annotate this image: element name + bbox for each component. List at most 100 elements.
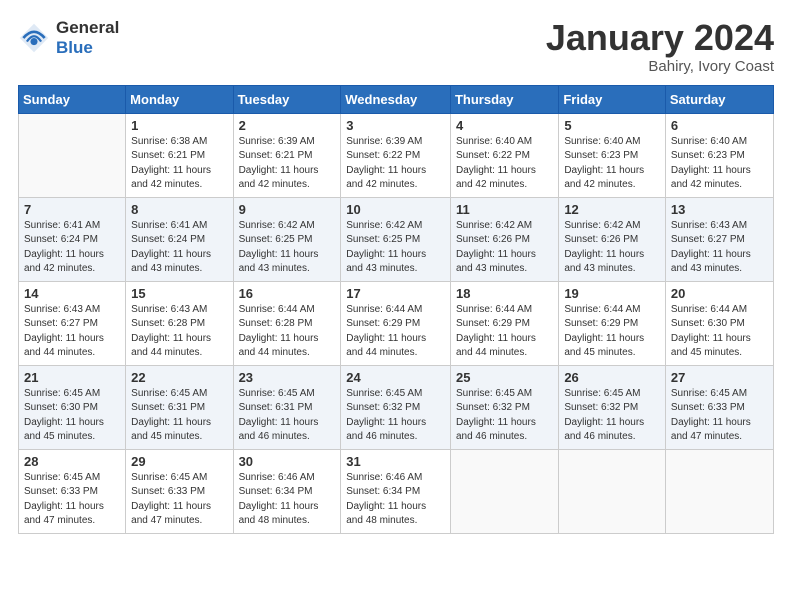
header: General Blue January 2024 Bahiry, Ivory … bbox=[18, 18, 774, 75]
day-number: 17 bbox=[346, 286, 445, 301]
title-month: January 2024 bbox=[546, 18, 774, 58]
cell-info: Sunrise: 6:42 AMSunset: 6:26 PMDaylight:… bbox=[564, 219, 660, 277]
logo-text: General Blue bbox=[56, 18, 119, 57]
cell-info: Sunrise: 6:45 AMSunset: 6:32 PMDaylight:… bbox=[346, 387, 445, 445]
calendar-cell: 5 Sunrise: 6:40 AMSunset: 6:23 PMDaylight… bbox=[559, 113, 666, 197]
calendar-cell: 29 Sunrise: 6:45 AMSunset: 6:33 PMDayligh… bbox=[126, 449, 233, 533]
cell-info: Sunrise: 6:43 AMSunset: 6:28 PMDaylight:… bbox=[131, 303, 227, 361]
calendar-cell: 2 Sunrise: 6:39 AMSunset: 6:21 PMDaylight… bbox=[233, 113, 341, 197]
col-header-saturday: Saturday bbox=[665, 85, 773, 113]
calendar-cell: 3Sunrise: 6:39 AMSunset: 6:22 PMDaylight… bbox=[341, 113, 451, 197]
col-header-monday: Monday bbox=[126, 85, 233, 113]
day-number: 9 bbox=[239, 202, 336, 217]
day-number: 4 bbox=[456, 118, 553, 133]
calendar-cell: 19 Sunrise: 6:44 AMSunset: 6:29 PMDayligh… bbox=[559, 281, 666, 365]
day-number: 14 bbox=[24, 286, 120, 301]
cell-info: Sunrise: 6:43 AMSunset: 6:27 PMDaylight:… bbox=[24, 303, 120, 361]
calendar-cell: 16 Sunrise: 6:44 AMSunset: 6:28 PMDayligh… bbox=[233, 281, 341, 365]
calendar-cell: 14 Sunrise: 6:43 AMSunset: 6:27 PMDayligh… bbox=[19, 281, 126, 365]
cell-info: Sunrise: 6:45 AMSunset: 6:30 PMDaylight:… bbox=[24, 387, 120, 445]
calendar-cell: 13 Sunrise: 6:43 AMSunset: 6:27 PMDayligh… bbox=[665, 197, 773, 281]
cell-info: Sunrise: 6:44 AMSunset: 6:30 PMDaylight:… bbox=[671, 303, 768, 361]
col-header-friday: Friday bbox=[559, 85, 666, 113]
day-number: 3 bbox=[346, 118, 445, 133]
calendar-cell: 24 Sunrise: 6:45 AMSunset: 6:32 PMDayligh… bbox=[341, 365, 451, 449]
day-number: 11 bbox=[456, 202, 553, 217]
day-number: 25 bbox=[456, 370, 553, 385]
cell-info: Sunrise: 6:46 AMSunset: 6:34 PMDaylight:… bbox=[239, 471, 336, 529]
day-number: 5 bbox=[564, 118, 660, 133]
col-header-wednesday: Wednesday bbox=[341, 85, 451, 113]
day-number: 13 bbox=[671, 202, 768, 217]
calendar-cell: 6Sunrise: 6:40 AMSunset: 6:23 PMDaylight… bbox=[665, 113, 773, 197]
day-number: 22 bbox=[131, 370, 227, 385]
day-number: 27 bbox=[671, 370, 768, 385]
day-number: 8 bbox=[131, 202, 227, 217]
cell-info: Sunrise: 6:45 AMSunset: 6:31 PMDaylight:… bbox=[131, 387, 227, 445]
day-number: 2 bbox=[239, 118, 336, 133]
day-number: 19 bbox=[564, 286, 660, 301]
calendar-cell: 30Sunrise: 6:46 AMSunset: 6:34 PMDayligh… bbox=[233, 449, 341, 533]
cell-info: Sunrise: 6:43 AMSunset: 6:27 PMDaylight:… bbox=[671, 219, 768, 277]
day-number: 6 bbox=[671, 118, 768, 133]
day-number: 29 bbox=[131, 454, 227, 469]
cell-info: Sunrise: 6:44 AMSunset: 6:28 PMDaylight:… bbox=[239, 303, 336, 361]
calendar-cell: 23 Sunrise: 6:45 AMSunset: 6:31 PMDayligh… bbox=[233, 365, 341, 449]
calendar-cell: 11Sunrise: 6:42 AMSunset: 6:26 PMDayligh… bbox=[450, 197, 558, 281]
calendar-cell: 7 Sunrise: 6:41 AMSunset: 6:24 PMDaylight… bbox=[19, 197, 126, 281]
day-number: 21 bbox=[24, 370, 120, 385]
day-number: 1 bbox=[131, 118, 227, 133]
cell-info: Sunrise: 6:41 AMSunset: 6:24 PMDaylight:… bbox=[131, 219, 227, 277]
cell-info: Sunrise: 6:46 AMSunset: 6:34 PMDaylight:… bbox=[346, 471, 445, 529]
cell-info: Sunrise: 6:42 AMSunset: 6:25 PMDaylight:… bbox=[239, 219, 336, 277]
calendar-cell bbox=[665, 449, 773, 533]
cell-info: Sunrise: 6:41 AMSunset: 6:24 PMDaylight:… bbox=[24, 219, 120, 277]
cell-info: Sunrise: 6:39 AMSunset: 6:21 PMDaylight:… bbox=[239, 135, 336, 193]
cell-info: Sunrise: 6:45 AMSunset: 6:33 PMDaylight:… bbox=[671, 387, 768, 445]
calendar-cell: 22 Sunrise: 6:45 AMSunset: 6:31 PMDayligh… bbox=[126, 365, 233, 449]
day-number: 24 bbox=[346, 370, 445, 385]
calendar-cell: 12Sunrise: 6:42 AMSunset: 6:26 PMDayligh… bbox=[559, 197, 666, 281]
col-header-tuesday: Tuesday bbox=[233, 85, 341, 113]
calendar-cell: 21 Sunrise: 6:45 AMSunset: 6:30 PMDayligh… bbox=[19, 365, 126, 449]
calendar-cell: 9 Sunrise: 6:42 AMSunset: 6:25 PMDaylight… bbox=[233, 197, 341, 281]
day-number: 18 bbox=[456, 286, 553, 301]
title-block: January 2024 Bahiry, Ivory Coast bbox=[546, 18, 774, 75]
day-number: 28 bbox=[24, 454, 120, 469]
cell-info: Sunrise: 6:40 AMSunset: 6:23 PMDaylight:… bbox=[564, 135, 660, 193]
day-number: 20 bbox=[671, 286, 768, 301]
calendar-cell: 26 Sunrise: 6:45 AMSunset: 6:32 PMDayligh… bbox=[559, 365, 666, 449]
calendar-cell: 4 Sunrise: 6:40 AMSunset: 6:22 PMDaylight… bbox=[450, 113, 558, 197]
calendar-cell bbox=[559, 449, 666, 533]
cell-info: Sunrise: 6:44 AMSunset: 6:29 PMDaylight:… bbox=[456, 303, 553, 361]
cell-info: Sunrise: 6:38 AMSunset: 6:21 PMDaylight:… bbox=[131, 135, 227, 193]
cell-info: Sunrise: 6:44 AMSunset: 6:29 PMDaylight:… bbox=[564, 303, 660, 361]
day-number: 26 bbox=[564, 370, 660, 385]
col-header-sunday: Sunday bbox=[19, 85, 126, 113]
logo-blue: Blue bbox=[56, 38, 119, 58]
cell-info: Sunrise: 6:40 AMSunset: 6:22 PMDaylight:… bbox=[456, 135, 553, 193]
cell-info: Sunrise: 6:45 AMSunset: 6:31 PMDaylight:… bbox=[239, 387, 336, 445]
cell-info: Sunrise: 6:45 AMSunset: 6:32 PMDaylight:… bbox=[564, 387, 660, 445]
calendar-cell: 31Sunrise: 6:46 AMSunset: 6:34 PMDayligh… bbox=[341, 449, 451, 533]
page: General Blue January 2024 Bahiry, Ivory … bbox=[0, 0, 792, 612]
day-number: 7 bbox=[24, 202, 120, 217]
cell-info: Sunrise: 6:42 AMSunset: 6:25 PMDaylight:… bbox=[346, 219, 445, 277]
day-number: 15 bbox=[131, 286, 227, 301]
cell-info: Sunrise: 6:44 AMSunset: 6:29 PMDaylight:… bbox=[346, 303, 445, 361]
calendar-cell bbox=[19, 113, 126, 197]
calendar-cell: 20 Sunrise: 6:44 AMSunset: 6:30 PMDayligh… bbox=[665, 281, 773, 365]
cell-info: Sunrise: 6:45 AMSunset: 6:33 PMDaylight:… bbox=[131, 471, 227, 529]
calendar-cell: 10 Sunrise: 6:42 AMSunset: 6:25 PMDayligh… bbox=[341, 197, 451, 281]
calendar-cell: 8 Sunrise: 6:41 AMSunset: 6:24 PMDaylight… bbox=[126, 197, 233, 281]
day-number: 10 bbox=[346, 202, 445, 217]
day-number: 23 bbox=[239, 370, 336, 385]
day-number: 16 bbox=[239, 286, 336, 301]
col-header-thursday: Thursday bbox=[450, 85, 558, 113]
calendar-cell: 28Sunrise: 6:45 AMSunset: 6:33 PMDayligh… bbox=[19, 449, 126, 533]
calendar-cell: 15 Sunrise: 6:43 AMSunset: 6:28 PMDayligh… bbox=[126, 281, 233, 365]
logo: General Blue bbox=[18, 18, 119, 57]
cell-info: Sunrise: 6:45 AMSunset: 6:32 PMDaylight:… bbox=[456, 387, 553, 445]
calendar-cell bbox=[450, 449, 558, 533]
calendar-cell: 17 Sunrise: 6:44 AMSunset: 6:29 PMDayligh… bbox=[341, 281, 451, 365]
